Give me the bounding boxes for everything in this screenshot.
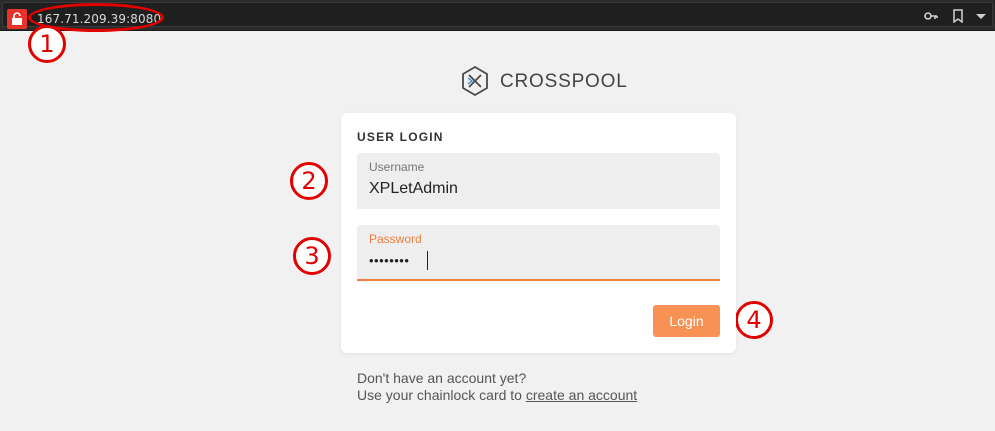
create-account-link[interactable]: create an account — [526, 387, 637, 403]
annotation-4: 4 — [735, 301, 773, 339]
username-field[interactable]: Username XPLetAdmin — [357, 153, 720, 209]
signup-prefix: Use your chainlock card to — [357, 387, 526, 403]
signup-prompt: Don't have an account yet? Use your chai… — [357, 370, 637, 404]
login-button[interactable]: Login — [653, 305, 720, 337]
lock-icon[interactable] — [7, 9, 27, 29]
bookmark-icon[interactable] — [951, 9, 965, 23]
annotation-1: 1 — [28, 25, 66, 63]
password-field[interactable]: Password •••••••• — [357, 225, 720, 281]
username-label: Username — [369, 160, 425, 174]
username-value[interactable]: XPLetAdmin — [369, 180, 458, 198]
password-value[interactable]: •••••••• — [369, 253, 409, 268]
password-label: Password — [369, 232, 422, 246]
signup-line-2: Use your chainlock card to create an acc… — [357, 387, 637, 404]
crosspool-logo-icon — [462, 65, 488, 97]
login-card: USER LOGIN Username XPLetAdmin Password … — [341, 113, 736, 353]
annotation-3: 3 — [293, 237, 331, 275]
text-caret — [427, 251, 428, 270]
menu-arrow-icon[interactable] — [974, 9, 988, 23]
login-title: USER LOGIN — [357, 130, 444, 144]
key-icon[interactable] — [924, 9, 938, 23]
annotation-2: 2 — [290, 162, 328, 200]
brand-name: CROSSPOOL — [500, 71, 628, 92]
signup-line-1: Don't have an account yet? — [357, 370, 527, 386]
